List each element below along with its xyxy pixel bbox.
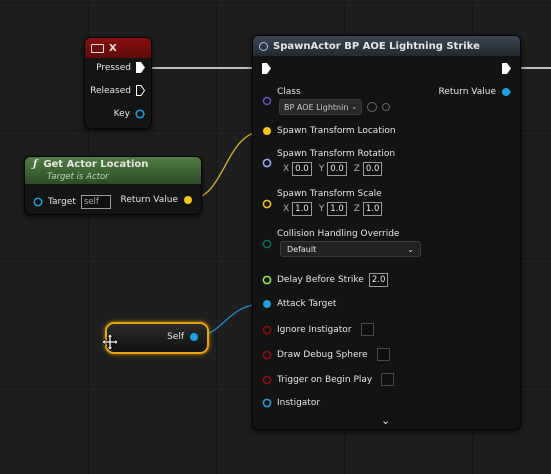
ignore-instigator-pin[interactable]	[262, 325, 272, 335]
rotation-x-field[interactable]: 0.0	[292, 162, 312, 176]
pressed-exec-pin[interactable]	[136, 62, 145, 73]
scale-label: Spawn Transform Scale	[277, 189, 382, 199]
ignore-instigator-checkbox[interactable]	[360, 323, 374, 336]
target-object-pin[interactable]	[33, 197, 43, 207]
ignore-instigator-label: Ignore Instigator	[277, 324, 352, 335]
chevron-down-icon[interactable]: ⌄	[381, 414, 390, 427]
spawn-transform-location-label: Spawn Transform Location	[277, 126, 396, 136]
get-actor-location-node[interactable]: ƒ Get Actor Location Target is Actor Tar…	[24, 156, 202, 215]
key-node-header: X	[85, 38, 151, 58]
instigator-pin[interactable]	[262, 398, 272, 408]
class-label: Class	[277, 87, 301, 97]
return-vector-pin[interactable]	[183, 195, 193, 205]
delay-field[interactable]: 2.0	[368, 273, 389, 287]
draw-debug-sphere-label: Draw Debug Sphere	[277, 349, 368, 360]
collision-select[interactable]: Default ⌄	[280, 241, 421, 257]
spawn-return-value-label: Return Value	[438, 87, 496, 97]
chevron-down-icon: ⌄	[351, 103, 358, 111]
released-exec-pin[interactable]	[136, 85, 145, 96]
chevron-down-icon: ⌄	[407, 244, 414, 254]
draw-debug-sphere-checkbox[interactable]	[376, 348, 390, 361]
class-select-value: BP AOE Lightnin	[284, 102, 349, 112]
spawn-actor-node[interactable]: SpawnActor BP AOE Lightning Strike Class…	[252, 35, 521, 430]
use-asset-icon[interactable]	[367, 102, 378, 112]
spawn-actor-header: SpawnActor BP AOE Lightning Strike	[253, 36, 520, 56]
scale-x-label: X	[283, 204, 290, 214]
rotation-z-field[interactable]: 0.0	[362, 162, 383, 176]
scale-x-field[interactable]: 1.0	[292, 202, 312, 216]
delay-label: Delay Before Strike	[277, 275, 364, 285]
trigger-begin-play-label: Trigger on Begin Play	[277, 374, 373, 385]
rotation-z-label: Z	[353, 164, 360, 174]
released-label: Released	[90, 85, 131, 96]
return-value-label: Return Value	[120, 195, 178, 205]
attack-target-label: Attack Target	[277, 299, 337, 309]
get-actor-location-title: Get Actor Location	[43, 159, 149, 170]
move-cursor-icon	[102, 334, 118, 350]
self-node[interactable]: Self	[105, 322, 209, 354]
target-label: Target	[48, 197, 76, 207]
get-actor-location-header: ƒ Get Actor Location Target is Actor	[25, 157, 201, 184]
collision-select-value: Default	[287, 244, 317, 254]
key-label: Key	[113, 109, 130, 119]
instigator-label: Instigator	[277, 398, 321, 408]
trigger-begin-play-pin[interactable]	[262, 375, 272, 385]
rotation-x-label: X	[283, 164, 290, 174]
get-actor-location-subtitle: Target is Actor	[47, 172, 109, 182]
function-icon: ƒ	[33, 159, 38, 170]
rotation-y-label: Y	[318, 164, 325, 174]
key-struct-pin[interactable]	[135, 109, 145, 119]
spawn-exec-in-pin[interactable]	[262, 63, 271, 74]
scale-pin[interactable]	[262, 199, 272, 209]
scale-z-field[interactable]: 1.0	[362, 202, 383, 216]
key-x-node[interactable]: X Pressed Released Key	[84, 37, 152, 129]
rotation-y-field[interactable]: 0.0	[327, 162, 347, 176]
spawn-return-pin[interactable]	[501, 87, 511, 97]
pressed-label: Pressed	[96, 62, 131, 73]
self-object-pin[interactable]	[189, 332, 199, 342]
trigger-begin-play-checkbox[interactable]	[381, 373, 395, 386]
scale-z-label: Z	[353, 204, 360, 214]
draw-debug-sphere-pin[interactable]	[262, 350, 272, 360]
rotation-label: Spawn Transform Rotation	[277, 149, 396, 159]
self-label: Self	[167, 332, 184, 342]
keyboard-icon	[91, 43, 104, 53]
collision-pin[interactable]	[262, 239, 272, 249]
browse-search-icon[interactable]	[382, 103, 391, 111]
location-vector-pin[interactable]	[262, 126, 272, 136]
attack-target-pin[interactable]	[262, 299, 272, 309]
class-select[interactable]: BP AOE Lightnin ⌄	[279, 99, 363, 115]
collision-label: Collision Handling Override	[277, 229, 400, 239]
class-pin[interactable]	[262, 96, 272, 106]
scale-y-field[interactable]: 1.0	[327, 202, 347, 216]
delay-float-pin[interactable]	[262, 275, 272, 285]
target-self-field[interactable]: self	[80, 195, 111, 209]
scale-y-label: Y	[318, 204, 325, 214]
rotation-pin[interactable]	[262, 158, 272, 168]
spawn-icon	[259, 41, 268, 51]
spawn-actor-title: SpawnActor BP AOE Lightning Strike	[273, 40, 480, 52]
key-node-title: X	[109, 42, 117, 54]
spawn-exec-out-pin[interactable]	[502, 63, 511, 74]
